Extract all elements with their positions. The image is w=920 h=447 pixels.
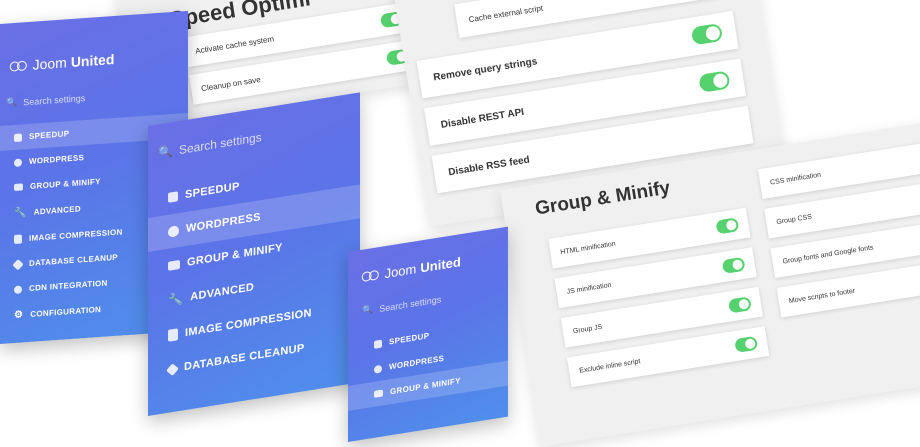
folder-icon <box>14 183 23 192</box>
toggle-switch[interactable] <box>698 70 731 93</box>
option-label: Disable RSS feed <box>447 154 531 178</box>
search-placeholder: Search settings <box>379 293 442 314</box>
image-icon <box>168 328 178 342</box>
option-label: HTML minification <box>559 240 617 256</box>
option-label: Group JS <box>572 323 603 335</box>
sidebar-item-label: ADVANCED <box>190 281 255 304</box>
search-icon: 🔍 <box>362 304 374 316</box>
folder-icon <box>374 389 383 398</box>
option-label: Group CSS <box>775 213 813 226</box>
toggle-switch[interactable] <box>721 256 746 275</box>
search-icon: 🔍 <box>158 144 173 161</box>
option-label: JS minification <box>566 281 612 296</box>
joomunited-logo: ○○ Joom United <box>8 46 114 79</box>
sidebar-item-label: GROUP & MINIFY <box>187 241 283 269</box>
search-placeholder: Search settings <box>178 129 262 158</box>
sidebar-item-label: SPEEDUP <box>185 180 240 202</box>
option-label: Remove query strings <box>432 55 538 83</box>
search-placeholder: Search settings <box>23 92 86 107</box>
sidebar-item-label: CONFIGURATION <box>30 304 102 319</box>
brand-bold: United <box>70 51 115 71</box>
logo-rings-icon: ○○ <box>360 261 375 290</box>
sidebar-item-label: IMAGE COMPRESSION <box>29 227 123 243</box>
search-settings-input[interactable]: 🔍 Search settings <box>6 92 85 109</box>
sidebar-menu: SPEEDUP WORDPRESS GROUP & MINIFY 🔧 ADVAN… <box>148 150 360 390</box>
wrench-icon: 🔧 <box>14 207 27 220</box>
sidebar-item-label: WORDPRESS <box>186 211 261 235</box>
sidebar-item-label: CDN INTEGRATION <box>29 278 108 293</box>
search-icon: 🔍 <box>6 96 18 108</box>
globe-icon <box>14 284 22 294</box>
sidebar-item-label: SPEEDUP <box>29 129 70 141</box>
group-minify-title: Group & Minify <box>533 177 672 220</box>
logo-rings-icon: ○○ <box>8 52 23 79</box>
sidebar-zoomed: 🔍 Search settings SPEEDUP WORDPRESS GROU… <box>148 92 360 417</box>
gear-icon: ⚙ <box>14 309 24 322</box>
sidebar-item-label: WORDPRESS <box>389 353 445 372</box>
speedup-icon <box>14 132 22 142</box>
option-label: Cleanup on save <box>200 74 262 93</box>
speedup-icon <box>374 339 382 349</box>
wrench-icon: 🔧 <box>168 291 184 308</box>
toggle-switch[interactable] <box>734 335 759 354</box>
sidebar-item-label: WORDPRESS <box>29 153 85 166</box>
sidebar-item-label: ADVANCED <box>33 204 81 217</box>
sidebar-item-label: DATABASE CLEANUP <box>184 342 305 374</box>
sidebar-item-label: GROUP & MINIFY <box>30 176 101 191</box>
option-label: Move scripts to footer <box>788 287 856 305</box>
sidebar-item-label: GROUP & MINIFY <box>390 376 461 397</box>
option-label: Activate cache system <box>194 33 275 56</box>
brand-bold: United <box>420 253 461 276</box>
toggle-switch[interactable] <box>727 296 752 314</box>
image-icon <box>14 234 22 245</box>
wordpress-icon <box>14 157 22 167</box>
brand-light: Joom <box>32 54 67 73</box>
toggle-switch[interactable] <box>690 22 724 46</box>
wordpress-icon <box>168 224 179 238</box>
database-icon <box>166 362 179 376</box>
sidebar-group-minify: ○○ Joom United 🔍 Search settings SPEEDUP … <box>348 226 508 442</box>
sidebar-item-label: SPEEDUP <box>389 331 430 347</box>
sidebar-menu: SPEEDUP WORDPRESS GROUP & MINIFY <box>348 311 508 411</box>
sidebar-item-label: DATABASE CLEANUP <box>29 252 118 268</box>
toggle-switch[interactable] <box>715 217 740 235</box>
wordpress-icon <box>374 364 382 374</box>
option-label: Disable REST API <box>440 106 525 131</box>
database-icon <box>12 258 24 270</box>
option-label: CSS minification <box>769 171 822 187</box>
search-settings-input[interactable]: 🔍 Search settings <box>158 130 262 160</box>
option-label: Group fonts and Google fonts <box>782 243 874 266</box>
folder-icon <box>168 259 180 271</box>
option-label: Cache external script <box>467 3 544 24</box>
option-label: Exclude inline script <box>578 357 641 375</box>
search-settings-input[interactable]: 🔍 Search settings <box>362 293 441 317</box>
speedup-icon <box>168 191 178 203</box>
brand-light: Joom <box>384 260 417 281</box>
joomunited-logo: ○○ Joom United <box>360 248 461 290</box>
